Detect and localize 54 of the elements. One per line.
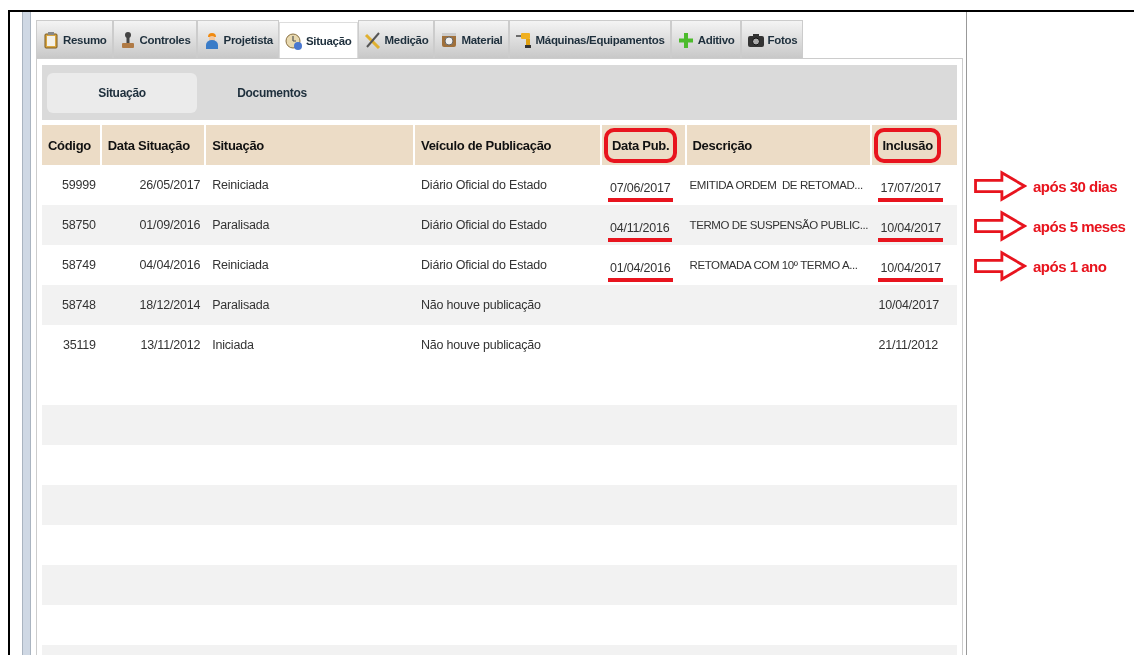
table-cell: 58748: [61, 298, 96, 312]
table-cell: Diário Oficial do Estado: [421, 218, 547, 232]
tab[interactable]: Resumo: [36, 20, 113, 58]
table-cell: Diário Oficial do Estado: [421, 258, 547, 272]
table-cell: 26/05/2017: [139, 178, 201, 192]
table-cell: Reiniciada: [212, 258, 269, 272]
tab[interactable]: Controles: [112, 20, 197, 58]
table-cell: 35119: [62, 338, 96, 352]
arrow-icon: [973, 170, 1027, 202]
table-cell: 04/11/2016: [607, 216, 672, 242]
table-cell: TERMO DE SUSPENSÃO PUBLIC...: [689, 219, 869, 231]
table-cell: 10/04/2017: [878, 216, 943, 242]
table-cell: 10/04/2017: [878, 256, 943, 282]
table-cell: Não houve publicação: [421, 298, 541, 312]
table-cell: Paralisada: [212, 298, 270, 312]
annotation-text: após 30 dias: [1033, 177, 1118, 195]
table-cell: 10/04/2017: [878, 298, 939, 312]
table-cell: 21/11/2012: [878, 338, 939, 352]
subtab[interactable]: Situação: [47, 72, 197, 113]
tab[interactable]: Máquinas/Equipamentos: [508, 20, 671, 58]
tape-roll-icon: [440, 30, 459, 49]
tab[interactable]: Aditivo: [670, 20, 741, 58]
table-cell: 17/07/2017: [878, 176, 943, 202]
table-cell: Diário Oficial do Estado: [421, 178, 547, 192]
tab[interactable]: Material: [434, 20, 509, 58]
table-cell: 58750: [61, 218, 96, 232]
tab[interactable]: Projetista: [196, 20, 279, 58]
table-cell: 59999: [61, 178, 96, 192]
table-cell: 18/12/2014: [139, 298, 201, 312]
table-cell: Paralisada: [212, 218, 270, 232]
table-cell: 01/09/2016: [139, 218, 201, 232]
tab[interactable]: Medição: [357, 20, 435, 58]
table-cell: Iniciada: [212, 338, 254, 352]
table-cell: Não houve publicação: [421, 338, 541, 352]
arrow-icon: [973, 250, 1027, 282]
clock-icon: [285, 31, 303, 50]
drill-icon: [514, 30, 533, 49]
table-cell: 04/04/2016: [139, 258, 201, 272]
table-cell: 58749: [61, 258, 96, 272]
table-cell: RETOMADA COM 10º TERMO A...: [689, 259, 858, 271]
subtab[interactable]: Documentos: [197, 72, 347, 113]
table-cell: 13/11/2012: [140, 338, 201, 352]
table-cell: 01/04/2016: [607, 256, 673, 282]
annotation-text: após 5 meses: [1033, 217, 1126, 235]
clipboard-icon: [42, 30, 60, 49]
ruler-icon: [363, 30, 382, 49]
arrow-icon: [973, 210, 1027, 242]
tab[interactable]: Situação: [279, 22, 358, 58]
table-cell: 07/06/2017: [607, 176, 673, 202]
annotation-text: após 1 ano: [1033, 257, 1107, 275]
tab[interactable]: Fotos: [740, 20, 804, 58]
table-cell: EMITIDA ORDEM DE RETOMAD...: [689, 179, 863, 191]
table-cell: Reiniciada: [212, 178, 269, 192]
plus-icon: [676, 30, 695, 49]
